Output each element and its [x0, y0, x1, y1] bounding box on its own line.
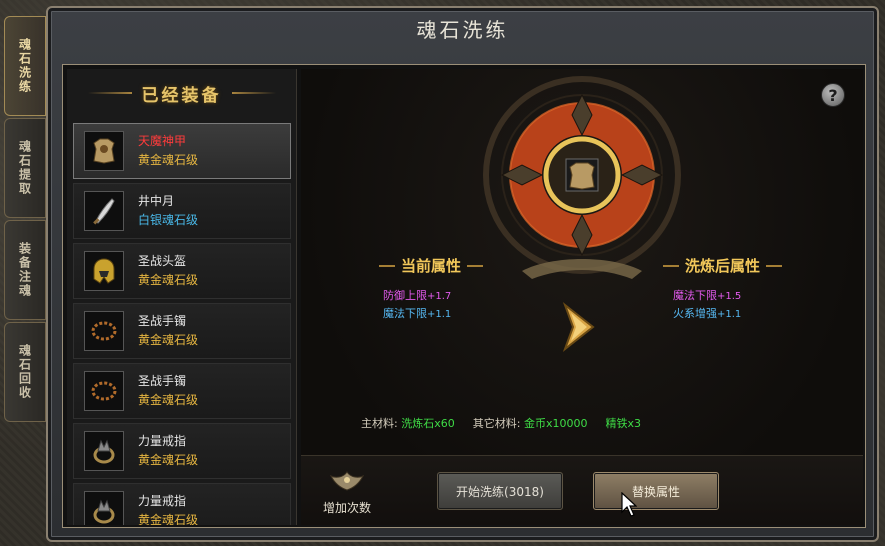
attr-row: 防御上限+1.7: [383, 287, 451, 305]
ring-icon: [84, 491, 124, 525]
after-attrs-title: 洗炼后属性: [663, 255, 783, 276]
side-tab-bar: 魂石洗练 魂石提取 装备注魂 魂石回收: [4, 16, 46, 424]
ornament-dash: [766, 264, 783, 267]
add-count-label: 增加次数: [322, 501, 371, 515]
equipped-header: 已经装备: [67, 69, 296, 117]
attr-value: +1.1: [717, 309, 742, 320]
ornament-dash: [467, 264, 484, 267]
tab-label: 魂石回收: [17, 344, 32, 400]
list-item[interactable]: 天魔神甲 黄金魂石级: [73, 123, 291, 179]
item-grade: 黄金魂石级: [138, 273, 199, 287]
item-grade: 黄金魂石级: [138, 153, 199, 167]
item-name: 力量戒指: [138, 434, 187, 448]
item-grade: 白银魂石级: [138, 213, 199, 227]
item-name: 圣战手镯: [138, 374, 187, 388]
start-refine-button[interactable]: 开始洗练(3018): [437, 472, 563, 510]
bracelet-icon: [84, 311, 124, 351]
attr-name: 魔法下限: [383, 307, 427, 320]
tab-soulstone-extract[interactable]: 魂石提取: [4, 118, 46, 218]
tab-equip-infuse[interactable]: 装备注魂: [4, 220, 46, 320]
item-name: 井中月: [138, 194, 175, 208]
action-bar: 增加次数 开始洗练(3018) 替换属性: [301, 455, 863, 525]
tab-soulstone-refine[interactable]: 魂石洗练: [4, 16, 46, 116]
item-name: 天魔神甲: [138, 134, 187, 148]
replace-attrs-button[interactable]: 替换属性: [593, 472, 719, 510]
item-grade: 黄金魂石级: [138, 513, 199, 525]
item-grade: 黄金魂石级: [138, 333, 199, 347]
equipped-title: 已经装备: [141, 85, 222, 106]
list-item[interactable]: 圣战手镯 黄金魂石级: [73, 303, 291, 359]
attr-row: 魔法下限+1.5: [673, 287, 741, 305]
item-grade: 黄金魂石级: [138, 393, 199, 407]
tab-soulstone-recycle[interactable]: 魂石回收: [4, 322, 46, 422]
item-name: 力量戒指: [138, 494, 187, 508]
after-attrs-label: 洗炼后属性: [685, 257, 761, 275]
attr-value: +1.5: [717, 291, 742, 302]
attr-row: 魔法下限+1.1: [383, 305, 451, 323]
ornament-right: [231, 92, 276, 94]
list-item[interactable]: 井中月 白银魂石级: [73, 183, 291, 239]
tab-label: 魂石提取: [17, 140, 32, 196]
tab-label: 装备注魂: [17, 242, 32, 298]
armor-icon: [84, 131, 124, 171]
ornament-dash: [663, 264, 679, 267]
attr-value: +1.7: [427, 291, 452, 302]
ornament-left: [87, 92, 132, 94]
wings-icon: [329, 471, 365, 491]
attr-row: 火系增强+1.1: [673, 305, 741, 323]
materials-row: 主材料: 洗炼石x60 其它材料: 金币x10000 精铁x3: [361, 415, 641, 431]
attr-name: 火系增强: [673, 307, 717, 320]
after-attrs-list: 魔法下限+1.5 火系增强+1.1: [673, 287, 741, 323]
attr-name: 魔法下限: [673, 289, 717, 302]
helmet-icon: [84, 251, 124, 291]
item-name: 圣战头盔: [138, 254, 187, 268]
ring-icon: [84, 431, 124, 471]
main-material-label: 主材料:: [361, 417, 398, 430]
help-icon[interactable]: ?: [821, 83, 845, 107]
list-item[interactable]: 圣战头盔 黄金魂石级: [73, 243, 291, 299]
current-attrs-list: 防御上限+1.7 魔法下限+1.1: [383, 287, 451, 323]
equipped-list: 天魔神甲 黄金魂石级 井中月 白银魂石级 圣战头盔 黄金魂石级 圣战手镯 黄金魂…: [73, 123, 291, 525]
ornament-dash: [379, 264, 395, 267]
soul-ring-emblem: [483, 76, 681, 279]
attr-name: 防御上限: [383, 289, 427, 302]
attr-value: +1.1: [427, 309, 452, 320]
other-material-gold: 金币x10000: [523, 417, 588, 430]
item-name: 圣战手镯: [138, 314, 187, 328]
list-item[interactable]: 圣战手镯 黄金魂石级: [73, 363, 291, 419]
list-item[interactable]: 力量戒指 黄金魂石级: [73, 423, 291, 479]
item-grade: 黄金魂石级: [138, 453, 199, 467]
bracelet-icon: [84, 371, 124, 411]
main-material-value: 洗炼石x60: [401, 417, 455, 430]
window-title: 魂石洗练: [416, 18, 509, 42]
list-item[interactable]: 力量戒指 黄金魂石级: [73, 483, 291, 525]
tab-label: 魂石洗练: [17, 38, 32, 94]
current-attrs-label: 当前属性: [401, 257, 462, 275]
refine-panel: ? 当前属性 防御上限+1.7 魔法下限+1.1 洗炼后属性 魔法下限+1.5 …: [301, 69, 863, 525]
refine-window: 魂石洗练 已经装备 天魔神甲 黄金魂石级 井中月 白银魂石级 圣战头盔 黄金魂石…: [46, 6, 879, 542]
arrow-right-icon: [562, 302, 595, 352]
other-material-label: 其它材料:: [472, 417, 521, 430]
sword-icon: [84, 191, 124, 231]
add-count-button[interactable]: 增加次数: [317, 468, 377, 516]
other-material-iron: 精铁x3: [605, 417, 641, 430]
window-content: 已经装备 天魔神甲 黄金魂石级 井中月 白银魂石级 圣战头盔 黄金魂石级 圣战手…: [62, 64, 866, 528]
equipped-panel: 已经装备 天魔神甲 黄金魂石级 井中月 白银魂石级 圣战头盔 黄金魂石级 圣战手…: [67, 69, 297, 525]
current-attrs-title: 当前属性: [379, 255, 484, 276]
